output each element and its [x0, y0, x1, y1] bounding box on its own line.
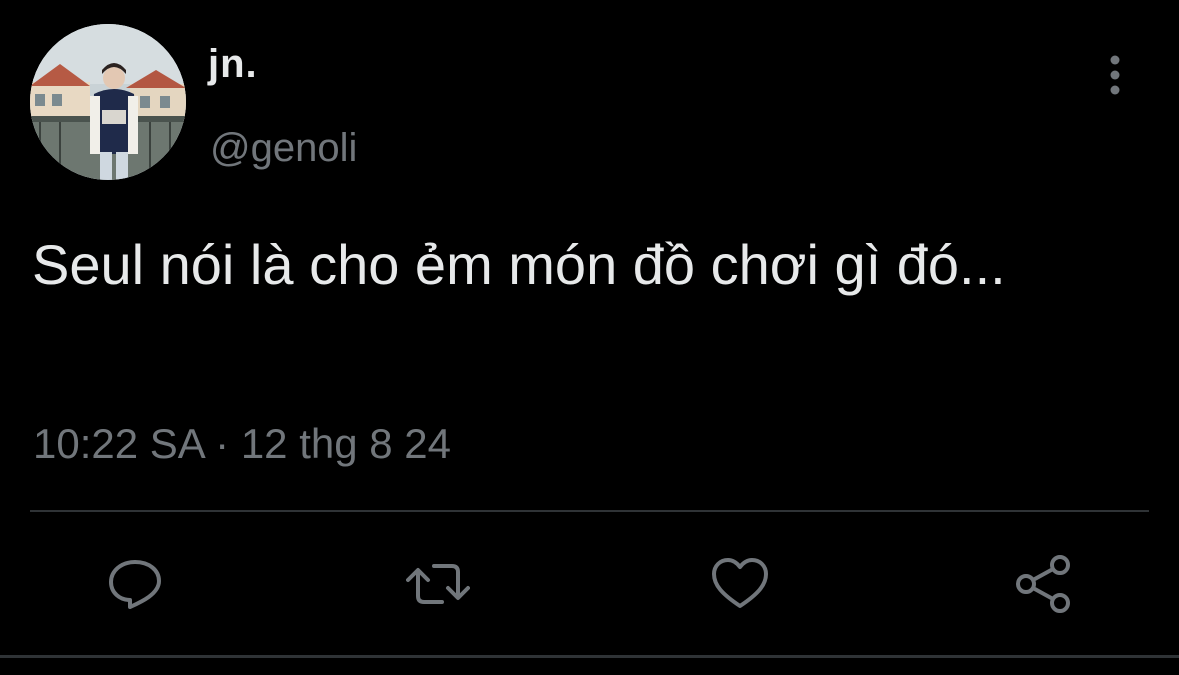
- tweet-timestamp[interactable]: 10:22 SA · 12 thg 8 24: [33, 416, 451, 472]
- tweet-text: Seul nói là cho ẻm món đồ chơi gì đó...: [32, 233, 1006, 296]
- bottom-divider: [0, 655, 1179, 658]
- more-options-button[interactable]: [1097, 52, 1133, 100]
- meta-separator: ·: [203, 420, 241, 467]
- like-button[interactable]: [708, 552, 772, 616]
- tweet-date: 12 thg 8 24: [240, 420, 451, 467]
- divider: [30, 510, 1149, 512]
- reply-icon: [109, 560, 161, 609]
- share-button[interactable]: [1012, 552, 1076, 616]
- avatar-photo: [30, 24, 186, 180]
- vertical-dots-icon: [1110, 55, 1120, 95]
- reply-button[interactable]: [103, 552, 167, 616]
- retweet-button[interactable]: [406, 552, 470, 616]
- retweet-icon: [406, 564, 470, 604]
- heart-icon: [712, 558, 768, 608]
- avatar[interactable]: [30, 24, 186, 180]
- author-handle[interactable]: @genoli: [210, 124, 357, 172]
- author-display-name[interactable]: jn.: [208, 40, 258, 88]
- share-icon: [1016, 555, 1070, 613]
- tweet-time: 10:22 SA: [33, 420, 204, 467]
